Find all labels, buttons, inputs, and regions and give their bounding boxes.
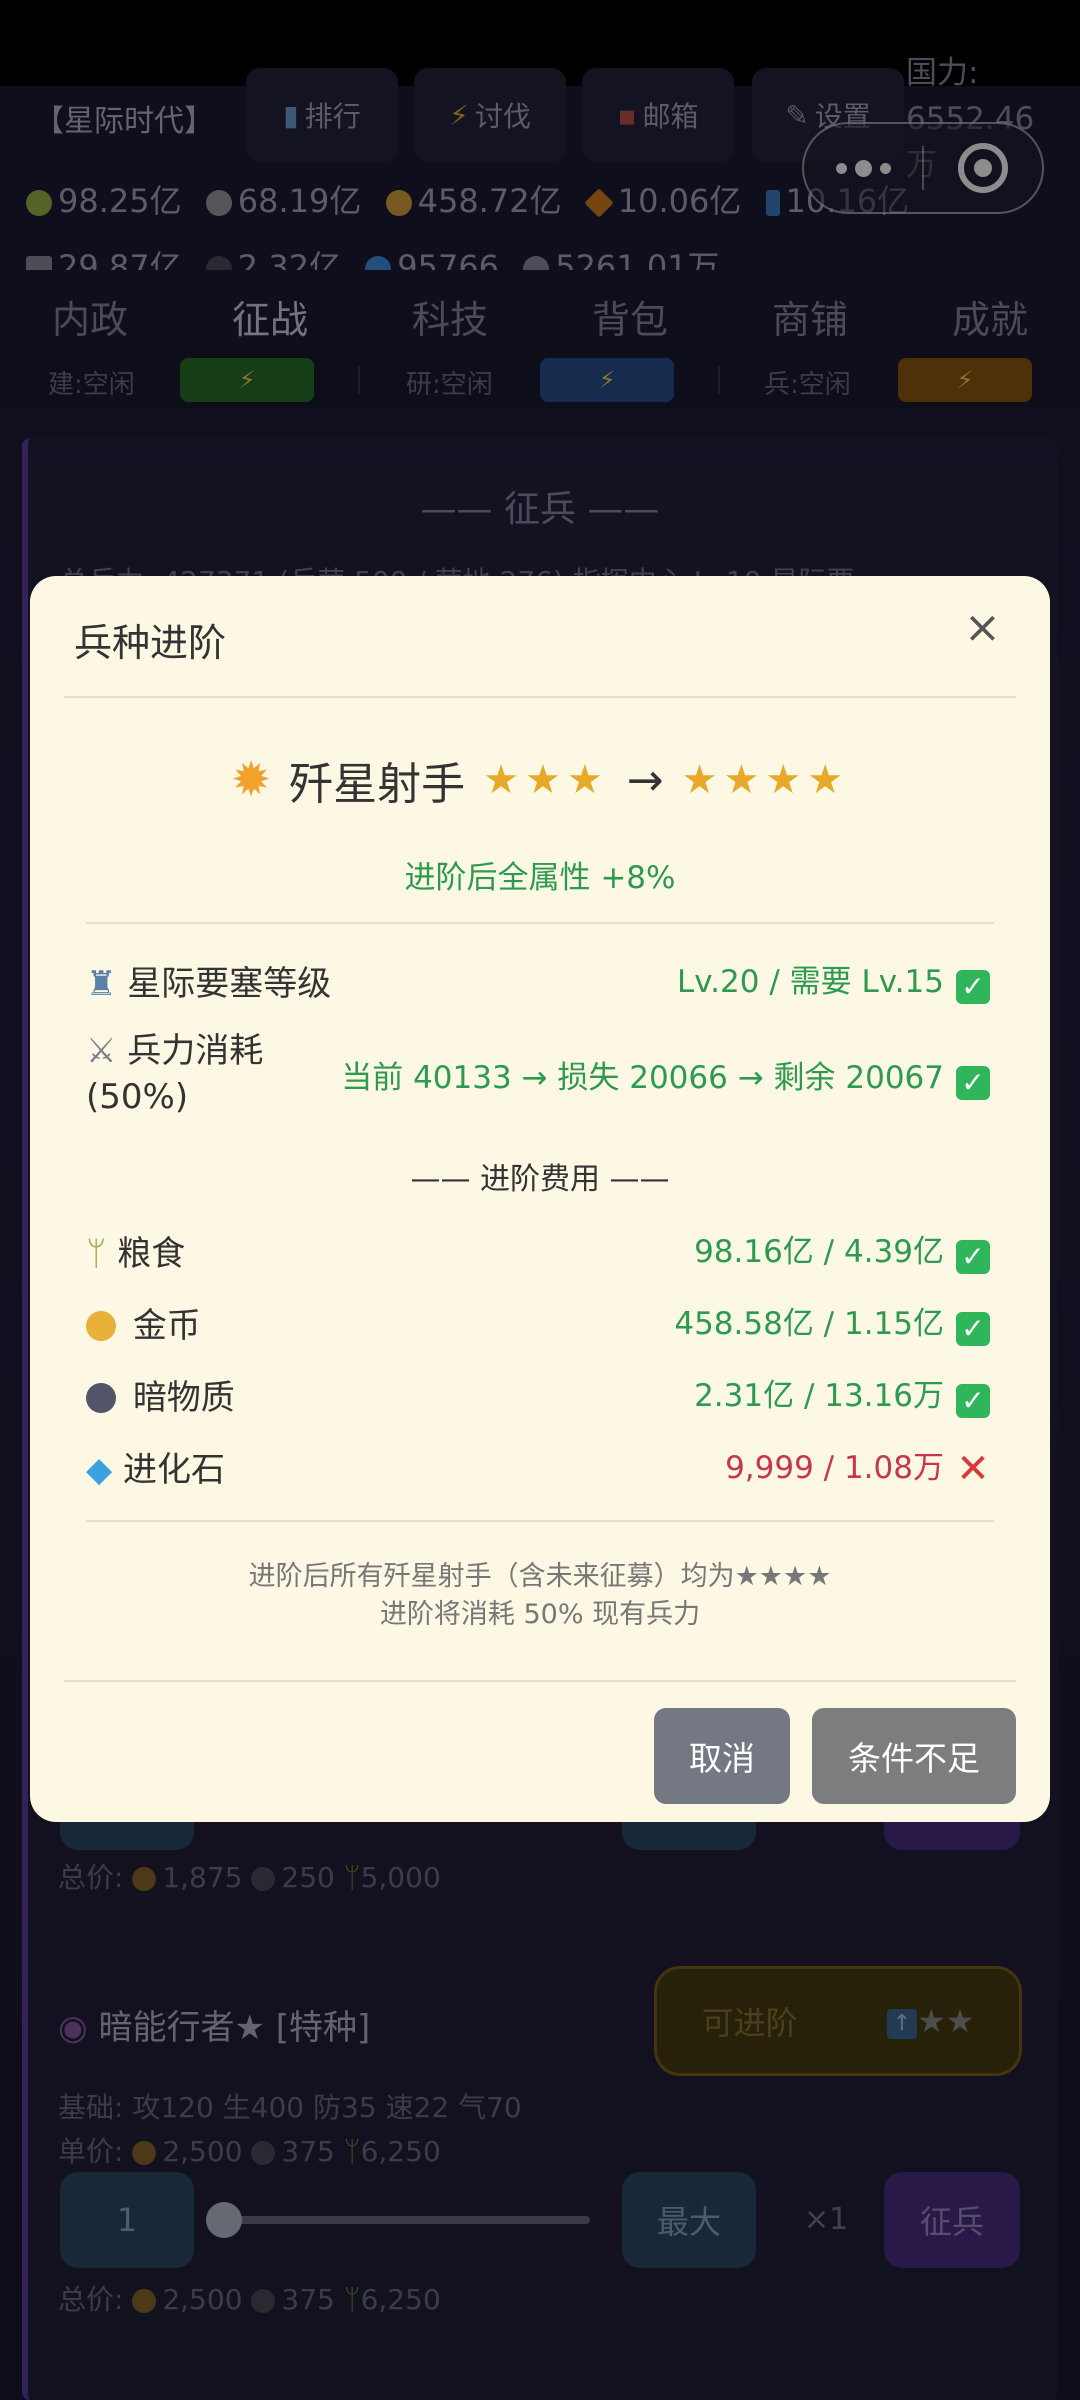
crossed-swords-icon: ⚔ bbox=[86, 1031, 117, 1071]
wheat-icon: ᛘ bbox=[86, 1234, 107, 1274]
cost-food-label: 粮食 bbox=[117, 1234, 186, 1274]
check-icon: ✓ bbox=[956, 1066, 990, 1100]
cancel-button[interactable]: 取消 bbox=[654, 1708, 790, 1804]
cost-gold-label: 金币 bbox=[132, 1306, 201, 1346]
gem-icon: ◆ bbox=[86, 1450, 113, 1490]
req-troop-value: 当前 40133 → 损失 20066 → 剩余 20067 ✓ bbox=[341, 1052, 990, 1100]
cost-stone-label: 进化石 bbox=[122, 1450, 225, 1490]
target-stars: ★★★★ bbox=[681, 757, 850, 803]
castle-icon: ♜ bbox=[86, 964, 117, 1004]
divider bbox=[86, 1520, 994, 1522]
cost-section-title: —— 进阶费用 —— bbox=[410, 1162, 670, 1197]
advance-note-2: 进阶将消耗 50% 现有兵力 bbox=[379, 1599, 701, 1630]
cost-stone-value: 9,999 / 1.08万 ✕ bbox=[725, 1442, 990, 1492]
close-button[interactable]: × bbox=[964, 606, 1001, 650]
cost-value-text: 458.58亿 / 1.15亿 bbox=[674, 1306, 944, 1342]
req-fortress-value: Lv.20 / 需要 Lv.15 ✓ bbox=[677, 956, 990, 1004]
cost-food: ᛘ 粮食 bbox=[86, 1226, 185, 1275]
req-value-text: 当前 40133 → 损失 20066 → 剩余 20067 bbox=[341, 1060, 944, 1096]
req-troop-consume: ⚔ 兵力消耗 (50%) bbox=[86, 1028, 263, 1120]
cost-dark-value: 2.31亿 / 13.16万 ✓ bbox=[694, 1370, 990, 1418]
cross-icon: ✕ bbox=[956, 1446, 990, 1492]
check-icon: ✓ bbox=[956, 1240, 990, 1274]
req-fortress-label: 星际要塞等级 bbox=[127, 964, 332, 1004]
unit-advance-header: ✹ 歼星射手 ★★★ → ★★★★ bbox=[0, 748, 1080, 812]
modal-title: 兵种进阶 bbox=[74, 621, 227, 665]
cost-gold: 金币 bbox=[86, 1298, 201, 1347]
divider bbox=[64, 1680, 1016, 1682]
cost-evolution-stone: ◆ 进化石 bbox=[86, 1442, 225, 1491]
cost-gold-value: 458.58亿 / 1.15亿 ✓ bbox=[674, 1298, 990, 1346]
coin-icon bbox=[86, 1311, 116, 1341]
arrow-icon: → bbox=[626, 754, 664, 806]
sun-icon: ✹ bbox=[230, 752, 272, 808]
cost-value-text: 2.31亿 / 13.16万 bbox=[694, 1378, 944, 1414]
req-value-text: Lv.20 / 需要 Lv.15 bbox=[676, 964, 944, 1000]
cost-food-value: 98.16亿 / 4.39亿 ✓ bbox=[694, 1226, 990, 1274]
cost-value-text: 98.16亿 / 4.39亿 bbox=[694, 1234, 944, 1270]
req-troop-percent: (50%) bbox=[86, 1077, 189, 1117]
cost-value-text: 9,999 / 1.08万 bbox=[725, 1450, 944, 1486]
cost-dark-label: 暗物质 bbox=[132, 1378, 235, 1418]
dark-matter-icon bbox=[86, 1383, 116, 1413]
check-icon: ✓ bbox=[956, 1384, 990, 1418]
advance-note-1: 进阶后所有歼星射手（含未来征募）均为★★★★ bbox=[248, 1561, 832, 1592]
divider bbox=[86, 922, 994, 924]
req-fortress-level: ♜ 星际要塞等级 bbox=[86, 956, 331, 1005]
insufficient-button[interactable]: 条件不足 bbox=[812, 1708, 1016, 1804]
check-icon: ✓ bbox=[956, 970, 990, 1004]
unit-name: 歼星射手 bbox=[289, 759, 466, 810]
check-icon: ✓ bbox=[956, 1312, 990, 1346]
req-troop-label: 兵力消耗 bbox=[127, 1031, 264, 1071]
current-stars: ★★★ bbox=[483, 757, 609, 803]
advance-bonus: 进阶后全属性 +8% bbox=[404, 860, 676, 896]
cost-dark-matter: 暗物质 bbox=[86, 1370, 235, 1419]
divider bbox=[64, 696, 1016, 698]
